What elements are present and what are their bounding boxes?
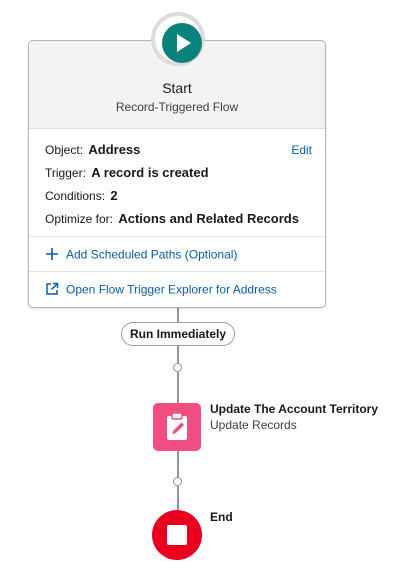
- card-divider: [29, 271, 325, 272]
- trigger-value: A record is created: [91, 165, 209, 180]
- play-icon: [162, 23, 202, 63]
- add-scheduled-paths-link[interactable]: Add Scheduled Paths (Optional): [45, 247, 237, 264]
- connector-node-to-end: [177, 486, 179, 510]
- stop-icon: [167, 525, 187, 545]
- end-label: End: [210, 510, 233, 524]
- conditions-label: Conditions:: [45, 189, 106, 203]
- card-divider: [29, 236, 325, 237]
- start-title: Start: [162, 80, 192, 96]
- external-link-icon: [45, 282, 59, 299]
- plus-icon: [45, 247, 59, 264]
- trigger-label: Trigger:: [45, 166, 86, 180]
- start-element-card[interactable]: Start Record-Triggered Flow Object: Addr…: [28, 40, 326, 308]
- connector-card-to-pill: [177, 308, 179, 322]
- connector-node-to-action: [177, 372, 179, 403]
- trigger-row: Trigger: A record is created: [45, 165, 209, 180]
- run-immediately-path-label[interactable]: Run Immediately: [121, 322, 235, 346]
- edit-link[interactable]: Edit: [291, 143, 312, 157]
- end-element: [152, 510, 202, 560]
- connector-pill-to-node: [177, 346, 179, 363]
- conditions-value: 2: [110, 188, 118, 203]
- start-icon-badge: [151, 12, 205, 66]
- open-flow-trigger-explorer-label: Open Flow Trigger Explorer for Address: [66, 282, 277, 297]
- add-element-node[interactable]: [173, 363, 182, 372]
- update-records-element[interactable]: [153, 403, 201, 451]
- object-value: Address: [88, 142, 141, 157]
- optimize-value: Actions and Related Records: [118, 211, 299, 226]
- object-label: Object:: [45, 143, 84, 157]
- optimize-label: Optimize for:: [45, 212, 114, 226]
- action-type: Update Records: [210, 418, 297, 432]
- open-flow-trigger-explorer-link[interactable]: Open Flow Trigger Explorer for Address: [45, 282, 277, 299]
- add-element-node[interactable]: [173, 477, 182, 486]
- add-scheduled-paths-label: Add Scheduled Paths (Optional): [66, 247, 238, 262]
- object-row: Object: Address: [45, 142, 140, 157]
- optimize-row: Optimize for: Actions and Related Record…: [45, 211, 299, 226]
- clipboard-edit-icon: [167, 412, 187, 440]
- conditions-row: Conditions: 2: [45, 188, 118, 203]
- connector-action-to-node: [177, 451, 179, 477]
- start-subtitle: Record-Triggered Flow: [115, 100, 239, 114]
- action-title[interactable]: Update The Account Territory: [210, 402, 378, 416]
